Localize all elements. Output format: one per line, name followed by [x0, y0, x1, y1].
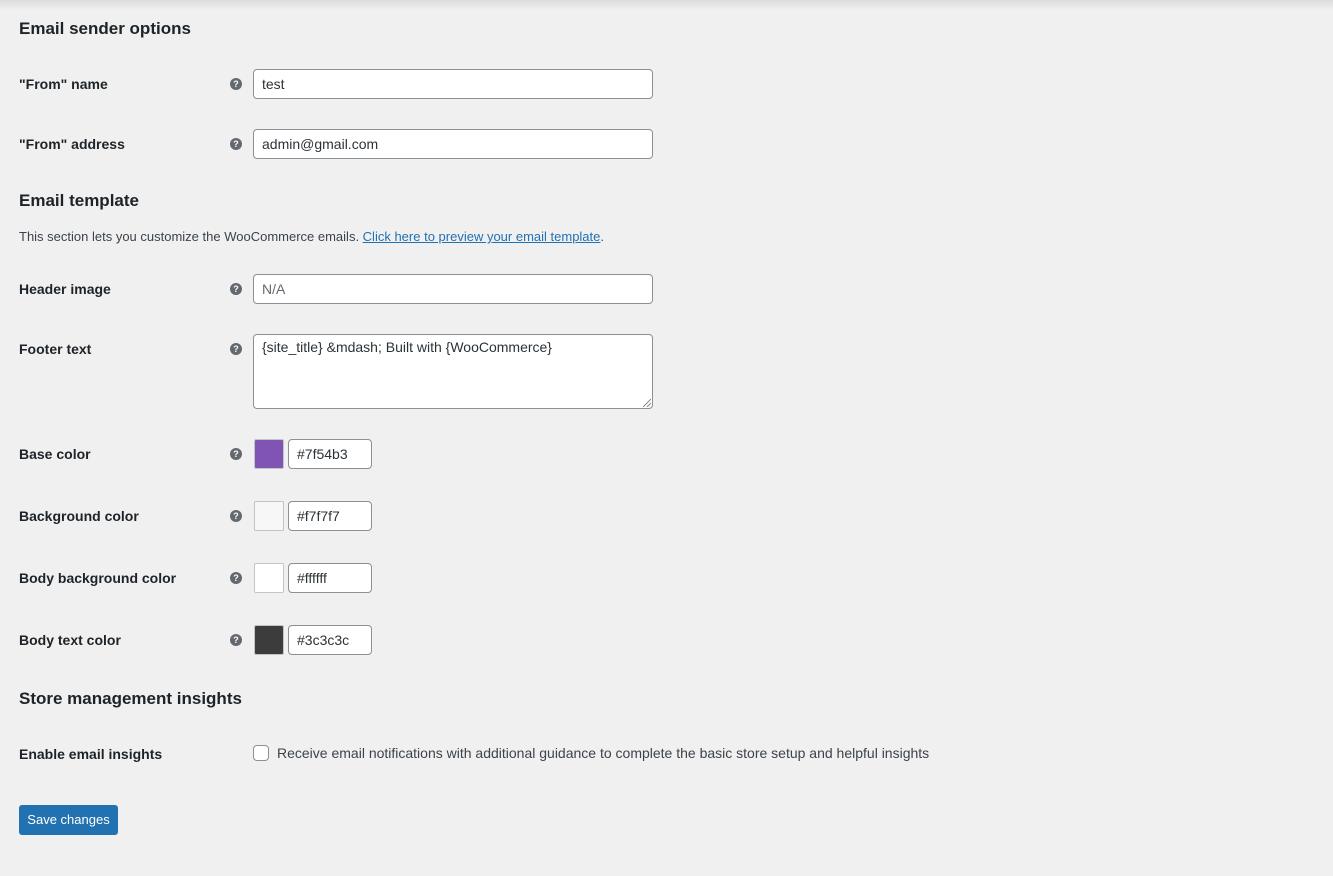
body-background-color-label: Body background color — [19, 570, 177, 586]
email-insights-label: Enable email insights — [19, 746, 163, 762]
help-icon[interactable]: ? — [230, 572, 242, 584]
section-title-template: Email template — [19, 191, 139, 210]
help-icon[interactable]: ? — [230, 510, 242, 522]
section-title-sender: Email sender options — [19, 19, 191, 38]
from-name-label: "From" name — [19, 76, 108, 92]
header-image-input[interactable]: N/A — [253, 274, 653, 304]
body-background-color-input[interactable]: #ffffff — [288, 563, 372, 593]
from-address-input[interactable]: admin@gmail.com — [253, 129, 653, 159]
footer-text-textarea[interactable]: {site_title} &mdash; Built with {WooComm… — [253, 334, 653, 409]
help-icon[interactable]: ? — [230, 634, 242, 646]
base-color-label: Base color — [19, 446, 91, 462]
email-settings-page: Email sender options "From" name ? test … — [0, 0, 1333, 876]
base-color-swatch[interactable] — [254, 439, 284, 469]
body-text-color-swatch[interactable] — [254, 625, 284, 655]
background-color-swatch[interactable] — [254, 501, 284, 531]
template-description: This section lets you customize the WooC… — [19, 229, 604, 244]
from-name-input[interactable]: test — [253, 69, 653, 99]
template-description-text: This section lets you customize the WooC… — [19, 229, 363, 244]
background-color-input[interactable]: #f7f7f7 — [288, 501, 372, 531]
help-icon[interactable]: ? — [230, 448, 242, 460]
base-color-input[interactable]: #7f54b3 — [288, 439, 372, 469]
resize-handle-icon[interactable] — [643, 399, 651, 407]
from-address-label: "From" address — [19, 136, 125, 152]
background-color-label: Background color — [19, 508, 139, 524]
help-icon[interactable]: ? — [230, 343, 242, 355]
template-description-end: . — [600, 229, 605, 244]
email-insights-checkbox[interactable] — [253, 745, 269, 761]
section-title-insights: Store management insights — [19, 689, 242, 708]
top-shadow — [0, 0, 1333, 10]
preview-template-link[interactable]: Click here to preview your email templat… — [363, 229, 601, 244]
email-insights-checkbox-label[interactable]: Receive email notifications with additio… — [277, 745, 929, 761]
footer-text-value: {site_title} &mdash; Built with {WooComm… — [262, 339, 552, 355]
header-image-label: Header image — [19, 281, 111, 297]
body-text-color-input[interactable]: #3c3c3c — [288, 625, 372, 655]
footer-text-label: Footer text — [19, 341, 92, 357]
help-icon[interactable]: ? — [230, 138, 242, 150]
save-changes-button[interactable]: Save changes — [19, 805, 118, 835]
help-icon[interactable]: ? — [230, 78, 242, 90]
help-icon[interactable]: ? — [230, 283, 242, 295]
body-background-color-swatch[interactable] — [254, 563, 284, 593]
body-text-color-label: Body text color — [19, 632, 121, 648]
